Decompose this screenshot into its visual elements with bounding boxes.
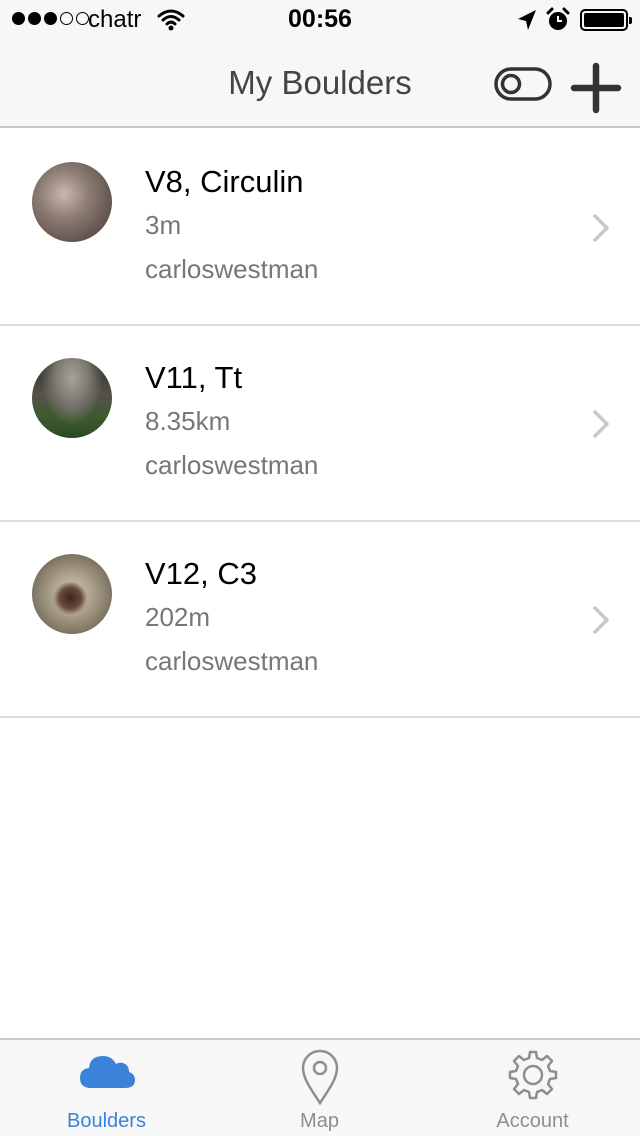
- boulder-user: carloswestman: [145, 646, 319, 676]
- tab-boulders[interactable]: Boulders: [0, 1040, 213, 1136]
- toggle-view-button[interactable]: [494, 67, 552, 101]
- tab-map[interactable]: Map: [213, 1040, 426, 1136]
- chevron-right-icon: [593, 410, 609, 438]
- cloud-icon: [79, 1056, 135, 1088]
- boulder-distance: 8.35km: [145, 406, 231, 436]
- list-item[interactable]: V12, C3 202m carloswestman: [0, 522, 640, 718]
- navigation-bar: My Boulders: [0, 40, 640, 128]
- tab-account[interactable]: Account: [426, 1040, 639, 1136]
- add-boulder-button[interactable]: [570, 62, 622, 114]
- list-item[interactable]: V11, Tt 8.35km carloswestman: [0, 326, 640, 522]
- boulder-photo: [32, 358, 112, 438]
- boulder-distance: 3m: [145, 210, 182, 240]
- chevron-right-icon: [593, 214, 609, 242]
- gear-icon: [508, 1050, 557, 1100]
- battery-icon: [580, 9, 632, 31]
- location-arrow-icon: [518, 10, 536, 30]
- list-item[interactable]: V8, Circulin 3m carloswestman: [0, 130, 640, 326]
- boulder-distance: 202m: [145, 602, 211, 632]
- boulder-photo: [32, 162, 112, 242]
- boulder-title: V12, C3: [145, 556, 258, 591]
- tab-label: Account: [496, 1110, 569, 1132]
- tab-bar: Boulders Map Account: [0, 1038, 640, 1136]
- tab-label: Map: [300, 1110, 339, 1132]
- boulder-list: V8, Circulin 3m carloswestman V11, Tt 8.…: [0, 130, 640, 718]
- boulder-photo: [32, 554, 112, 634]
- boulder-title: V11, Tt: [145, 360, 243, 395]
- boulder-user: carloswestman: [145, 450, 319, 480]
- status-time: 00:56: [288, 5, 352, 33]
- map-pin-icon: [301, 1049, 338, 1106]
- boulder-user: carloswestman: [145, 254, 319, 284]
- tab-label: Boulders: [67, 1110, 146, 1132]
- chevron-right-icon: [593, 606, 609, 634]
- status-bar: chatr 00:56: [0, 0, 640, 40]
- alarm-clock-icon: [546, 7, 570, 30]
- boulder-title: V8, Circulin: [145, 164, 304, 199]
